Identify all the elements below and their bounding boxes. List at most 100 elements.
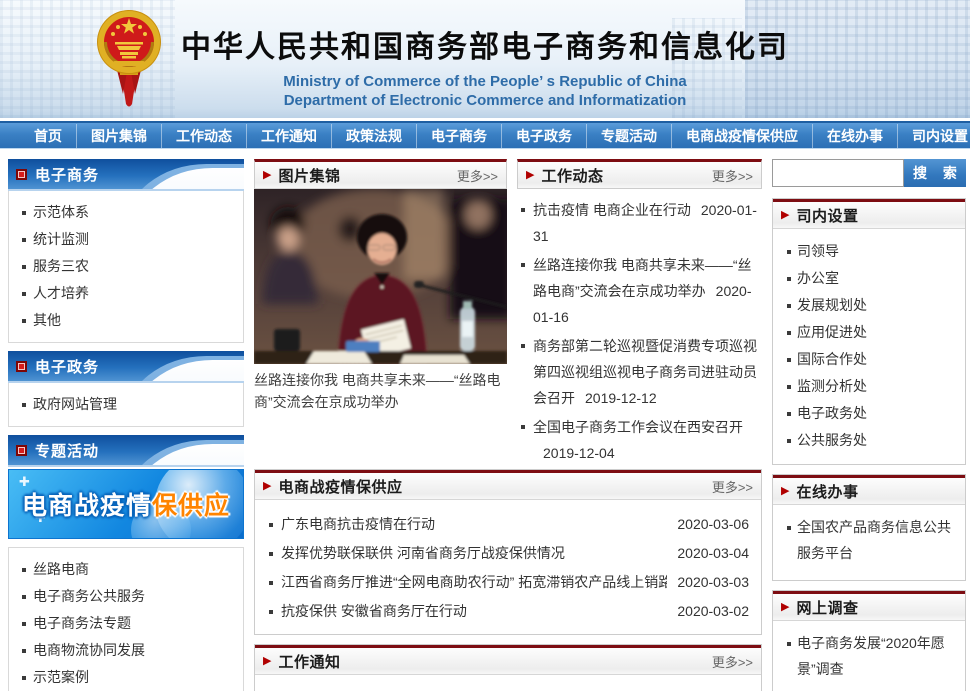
department-link[interactable]: 国际合作处: [779, 346, 959, 373]
box-title[interactable]: 图片集锦: [278, 165, 340, 186]
nav-item[interactable]: 电子政务: [501, 124, 586, 148]
item-text: 电商战疫情保供应: [686, 128, 798, 144]
department-link[interactable]: 发展规划处: [779, 292, 959, 319]
site-header: 中华人民共和国商务部电子商务和信息化司 Ministry of Commerce…: [0, 0, 970, 118]
news-item[interactable]: 广东电商抗击疫情在行动2020-03-06: [267, 510, 749, 539]
bullet-icon: [22, 238, 26, 242]
top-row: ▶ 图片集锦 更多>>: [254, 159, 762, 469]
sidebar-link[interactable]: 政府网站管理: [9, 391, 243, 418]
arrow-icon: ▶: [263, 170, 271, 181]
sidebar-link[interactable]: 示范案例: [9, 664, 243, 691]
sidebar-link[interactable]: 示范体系: [9, 199, 243, 226]
news-item[interactable]: 江西省商务厅推进“全网电商助农行动” 拓宽滞销农产品线上销路2020-03-03: [267, 568, 749, 597]
box-title[interactable]: 工作通知: [278, 651, 340, 672]
box-title[interactable]: 司内设置: [796, 205, 858, 226]
box-title[interactable]: 电商战疫情保供应: [278, 476, 402, 497]
news-item[interactable]: 商务部第二轮巡视暨促消费专项巡视第四巡视组巡视电子商务司进驻动员会召开2019-…: [519, 333, 760, 411]
banner-text: 电商战疫情保供应: [22, 486, 230, 522]
red-square-icon: [16, 361, 27, 372]
news-item[interactable]: 抗击疫情 电商企业在行动2020-01-31: [519, 197, 760, 249]
nav-item[interactable]: 司内设置: [897, 124, 970, 148]
department-link[interactable]: 应用促进处: [779, 319, 959, 346]
department-link[interactable]: 司领导: [779, 238, 959, 265]
news-list: 抗击疫情 电商企业在行动2020-01-31丝路连接你我 电商共享未来——“丝路…: [517, 189, 762, 466]
item-text: 江西省商务厅推进“全网电商助农行动” 拓宽滞销农产品线上销路: [281, 568, 667, 597]
sidebar-link[interactable]: 其他: [9, 307, 243, 334]
news-item[interactable]: 商务部关于增补国家电子商务示范基地的通知2019-12-17: [267, 685, 749, 691]
news-item[interactable]: 抗疫保供 安徽省商务厅在行动2020-03-02: [267, 597, 749, 626]
news-item[interactable]: 发挥优势联保联供 河南省商务厅战疫保供情况2020-03-04: [267, 539, 749, 568]
item-text: 应用促进处: [797, 324, 867, 340]
bullet-icon: [521, 344, 525, 348]
sidebar-link[interactable]: 人才培养: [9, 280, 243, 307]
more-link[interactable]: 更多>>: [712, 477, 753, 496]
item-text: 首页: [34, 128, 62, 144]
national-emblem-icon: [93, 6, 165, 112]
nav-item[interactable]: 专题活动: [586, 124, 671, 148]
item-text: 电子商务法专题: [33, 615, 131, 631]
more-link[interactable]: 更多>>: [712, 652, 753, 671]
sidebar-header-topics: 专题活动: [8, 435, 244, 467]
sidebar-link[interactable]: 电子商务公共服务: [9, 583, 243, 610]
nav-item[interactable]: 电商战疫情保供应: [671, 124, 812, 148]
nav-item[interactable]: 首页: [20, 124, 76, 148]
online-services-box: ▶ 在线办事 全国农产品商务信息公共服务平台: [772, 474, 966, 581]
item-text: 政策法规: [346, 128, 402, 144]
nav-item[interactable]: 图片集锦: [76, 124, 161, 148]
department-link[interactable]: 办公室: [779, 265, 959, 292]
arrow-icon: ▶: [526, 170, 534, 181]
sidebar-link[interactable]: 统计监测: [9, 226, 243, 253]
nav-item[interactable]: 工作动态: [161, 124, 246, 148]
sidebar-link[interactable]: 电商物流协同发展: [9, 637, 243, 664]
sidebar-link[interactable]: 丝路电商: [9, 556, 243, 583]
search-button[interactable]: 搜 索: [904, 159, 966, 187]
banner-text-white: 电商战疫情: [22, 492, 152, 520]
search-bar: 搜 索: [772, 159, 966, 187]
department-link[interactable]: 监测分析处: [779, 373, 959, 400]
department-box-header: ▶ 司内设置: [773, 199, 965, 229]
sidebar-link[interactable]: 电子商务法专题: [9, 610, 243, 637]
more-link[interactable]: 更多>>: [457, 166, 498, 185]
box-title[interactable]: 网上调查: [796, 597, 858, 618]
survey-link[interactable]: 电子商务发展“2020年愿景”调查: [779, 630, 959, 682]
search-input[interactable]: [772, 159, 904, 187]
subtitle-line-2: Department of Electronic Commerce and In…: [175, 91, 795, 110]
nav-item[interactable]: 政策法规: [331, 124, 416, 148]
bullet-icon: [22, 319, 26, 323]
conference-photo[interactable]: [254, 189, 507, 364]
item-text: 办公室: [797, 270, 839, 286]
right-sidebar: 搜 索 ▶ 司内设置 司领导办公室发展规划处应用促进处国际合作处监测分析处电子政…: [772, 159, 966, 691]
department-link[interactable]: 电子政务处: [779, 400, 959, 427]
more-link[interactable]: 更多>>: [712, 166, 753, 185]
item-text: 示范案例: [33, 669, 89, 685]
notice-list: 商务部关于增补国家电子商务示范基地的通知2019-12-17商务部增补“国家电子…: [255, 675, 761, 691]
sidebar-section-topics: 专题活动 ✚ ✚ 电商战疫情保供应 丝路电商电子商务公共服务电子商务法专题电商物…: [8, 435, 244, 691]
department-link[interactable]: 公共服务处: [779, 427, 959, 454]
box-title[interactable]: 在线办事: [796, 481, 858, 502]
bullet-icon: [269, 610, 273, 614]
box-title[interactable]: 工作动态: [541, 165, 603, 186]
online-services-header: ▶ 在线办事: [773, 475, 965, 505]
bullet-icon: [521, 425, 525, 429]
item-text: 国际合作处: [797, 351, 867, 367]
sidebar-topic-links: 丝路电商电子商务公共服务电子商务法专题电商物流协同发展示范案例年度报告: [8, 547, 244, 691]
sidebar-list-egov: 政府网站管理: [8, 383, 244, 427]
photo-caption[interactable]: 丝路连接你我 电商共享未来——“丝路电商”交流会在京成功举办: [254, 369, 507, 413]
service-link[interactable]: 全国农产品商务信息公共服务平台: [779, 514, 959, 566]
news-item[interactable]: 全国电子商务工作会议在西安召开2019-12-04: [519, 414, 760, 466]
news-item[interactable]: 丝路连接你我 电商共享未来——“丝路电商”交流会在京成功举办2020-01-16: [519, 252, 760, 330]
item-text: 示范体系: [33, 204, 89, 220]
sidebar-list-ecommerce: 示范体系统计监测服务三农人才培养其他: [8, 191, 244, 343]
item-text: 服务三农: [33, 258, 89, 274]
nav-item[interactable]: 工作通知: [246, 124, 331, 148]
bullet-icon: [22, 649, 26, 653]
survey-box-header: ▶ 网上调查: [773, 591, 965, 621]
department-box: ▶ 司内设置 司领导办公室发展规划处应用促进处国际合作处监测分析处电子政务处公共…: [772, 198, 966, 465]
nav-item[interactable]: 电子商务: [416, 124, 501, 148]
nav-item[interactable]: 在线办事: [812, 124, 897, 148]
item-text: 抗疫保供 安徽省商务厅在行动: [281, 597, 667, 626]
arrow-icon: ▶: [781, 486, 789, 497]
item-text: 统计监测: [33, 231, 89, 247]
sidebar-link[interactable]: 服务三农: [9, 253, 243, 280]
epidemic-campaign-banner[interactable]: ✚ ✚ 电商战疫情保供应: [8, 469, 244, 539]
